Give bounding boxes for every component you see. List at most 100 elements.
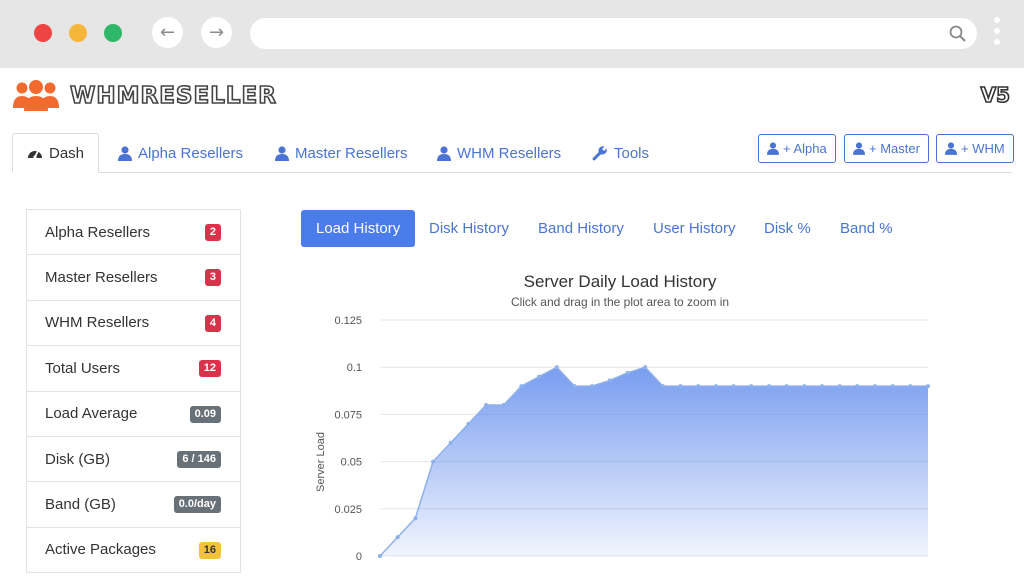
user-icon xyxy=(945,142,957,155)
tab-label: Master Resellers xyxy=(295,144,408,162)
stats-list: Alpha Resellers 2 Master Resellers 3 WHM R… xyxy=(26,209,241,574)
data-point[interactable] xyxy=(519,384,524,389)
add-alpha-button[interactable]: + Alpha xyxy=(758,134,836,163)
list-item[interactable]: WHM Resellers 4 xyxy=(27,301,240,347)
data-point[interactable] xyxy=(837,384,842,389)
add-alpha-label: + Alpha xyxy=(783,141,827,156)
tab-disk-history[interactable]: Disk History xyxy=(429,210,509,247)
stat-label: Alpha Resellers xyxy=(45,223,151,241)
data-point[interactable] xyxy=(926,384,930,389)
add-master-button[interactable]: + Master xyxy=(844,134,929,163)
count-badge: 3 xyxy=(204,269,221,287)
count-badge: 12 xyxy=(198,360,221,378)
y-tick-label: 0.1 xyxy=(347,362,362,374)
forward-button[interactable]: → xyxy=(201,17,232,48)
list-item[interactable]: Active Packages 16 xyxy=(27,528,240,574)
load-history-chart[interactable]: Server Load 0 0.025 0.05 0.075 0.1 0.125 xyxy=(300,310,940,576)
data-point[interactable] xyxy=(395,535,400,540)
list-item[interactable]: Total Users 12 xyxy=(27,346,240,392)
data-point[interactable] xyxy=(908,384,913,389)
y-tick-label: 0 xyxy=(356,551,362,563)
data-point[interactable] xyxy=(696,384,701,389)
stat-label: Total Users xyxy=(45,359,121,377)
data-point[interactable] xyxy=(590,384,595,389)
data-point[interactable] xyxy=(484,402,489,407)
data-point[interactable] xyxy=(448,440,453,445)
user-icon xyxy=(275,145,289,161)
tab-label: Tools xyxy=(614,144,650,162)
value-badge: 0.09 xyxy=(189,405,221,423)
data-point[interactable] xyxy=(855,384,860,389)
data-point[interactable] xyxy=(466,421,471,426)
back-button[interactable]: ← xyxy=(152,17,183,48)
data-point[interactable] xyxy=(713,384,718,389)
y-tick-label: 0.025 xyxy=(334,504,362,516)
data-point[interactable] xyxy=(819,384,824,389)
tab-user-history[interactable]: User History xyxy=(653,210,736,247)
count-badge: 16 xyxy=(198,541,221,559)
count-badge: 2 xyxy=(204,224,221,241)
stat-label: Band (GB) xyxy=(45,496,116,514)
stat-label: Disk (GB) xyxy=(45,450,110,468)
data-point[interactable] xyxy=(378,554,382,558)
data-point[interactable] xyxy=(537,374,542,379)
close-window-button[interactable] xyxy=(34,24,52,42)
list-item[interactable]: Band (GB) 0.0/day xyxy=(27,482,240,528)
data-point[interactable] xyxy=(643,365,648,370)
user-icon xyxy=(118,145,132,161)
y-axis-label: Server Load xyxy=(315,432,327,492)
search-icon xyxy=(949,25,966,42)
value-badge: 0.0/day xyxy=(173,496,221,514)
stat-label: WHM Resellers xyxy=(45,314,150,332)
minimize-window-button[interactable] xyxy=(69,24,87,42)
tab-alpha-resellers[interactable]: Alpha Resellers xyxy=(118,133,243,173)
tab-label: Dash xyxy=(49,144,85,162)
data-point[interactable] xyxy=(890,384,895,389)
arrow-left-icon: ← xyxy=(159,22,176,43)
stat-label: Load Average xyxy=(45,405,138,423)
data-point[interactable] xyxy=(678,384,683,389)
data-point[interactable] xyxy=(784,384,789,389)
list-item[interactable]: Disk (GB) 6 / 146 xyxy=(27,437,240,483)
count-badge: 4 xyxy=(204,314,221,332)
tab-band-percent[interactable]: Band % xyxy=(840,210,893,247)
data-point[interactable] xyxy=(749,384,754,389)
add-whm-button[interactable]: + WHM xyxy=(936,134,1014,163)
list-item[interactable]: Master Resellers 3 xyxy=(27,255,240,301)
maximize-window-button[interactable] xyxy=(104,24,122,42)
address-bar[interactable] xyxy=(250,18,977,49)
data-point[interactable] xyxy=(660,384,665,389)
tab-tools[interactable]: Tools xyxy=(592,133,649,173)
dashboard-icon xyxy=(28,150,42,159)
more-options-icon[interactable] xyxy=(993,17,1001,51)
data-point[interactable] xyxy=(802,384,807,389)
add-whm-label: + WHM xyxy=(961,141,1005,156)
tab-master-resellers[interactable]: Master Resellers xyxy=(275,133,408,173)
tab-whm-resellers[interactable]: WHM Resellers xyxy=(437,133,561,173)
users-group-icon xyxy=(13,80,59,111)
data-point[interactable] xyxy=(431,459,436,464)
tab-label: WHM Resellers xyxy=(457,144,562,162)
list-item[interactable]: Load Average 0.09 xyxy=(27,392,240,437)
chart-title: Server Daily Load History xyxy=(523,272,717,291)
list-item[interactable]: Alpha Resellers 2 xyxy=(27,210,240,256)
data-point[interactable] xyxy=(607,378,612,383)
tab-band-history[interactable]: Band History xyxy=(538,210,624,247)
tab-dash[interactable]: Dash xyxy=(12,133,100,173)
tab-disk-percent[interactable]: Disk % xyxy=(764,210,811,247)
data-point[interactable] xyxy=(625,370,630,375)
data-point[interactable] xyxy=(731,384,736,389)
chart-subtitle: Click and drag in the plot area to zoom … xyxy=(510,295,730,309)
tab-load-history[interactable]: Load History xyxy=(301,210,416,247)
data-point[interactable] xyxy=(572,384,577,389)
load-area xyxy=(380,367,928,556)
data-point[interactable] xyxy=(501,402,506,407)
data-point[interactable] xyxy=(413,516,418,521)
data-point[interactable] xyxy=(554,365,559,370)
brand-logo[interactable]: WHMRESELLER xyxy=(12,78,277,114)
y-tick-label: 0.075 xyxy=(334,409,362,421)
y-tick-label: 0.125 xyxy=(334,315,362,327)
y-tick-label: 0.05 xyxy=(341,457,362,469)
data-point[interactable] xyxy=(766,384,771,389)
data-point[interactable] xyxy=(872,384,877,389)
